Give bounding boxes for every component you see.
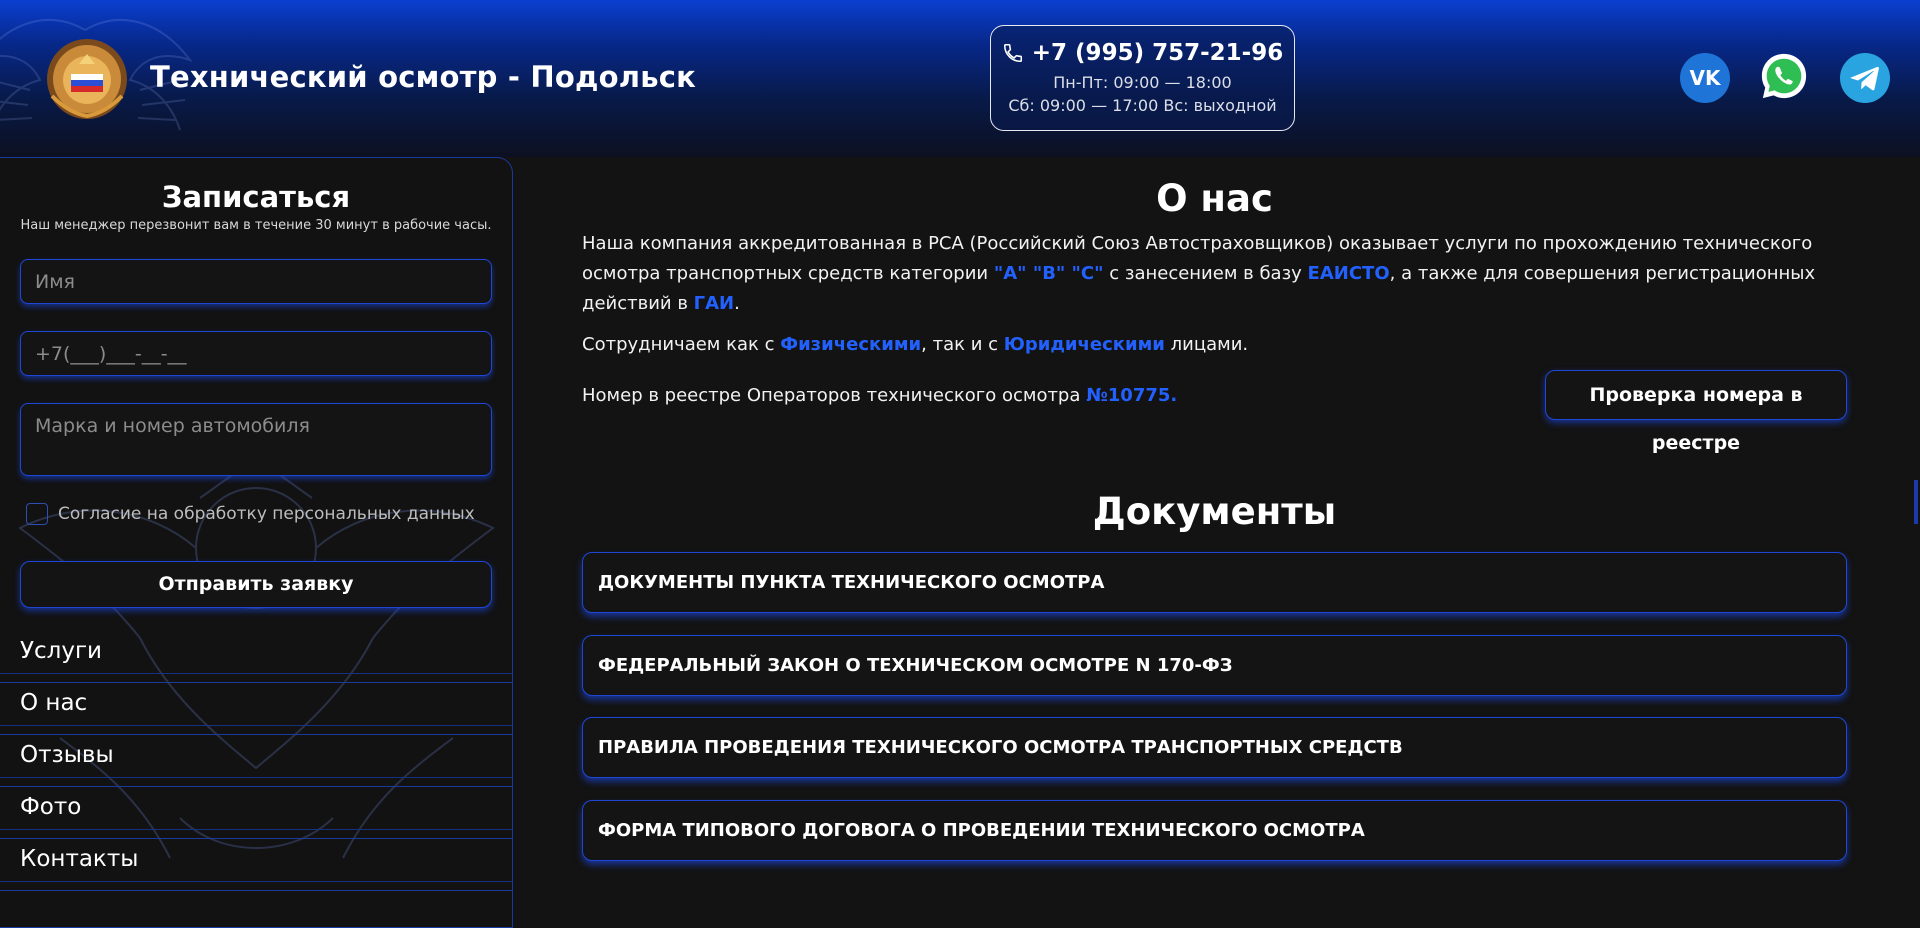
- contact-box: +7 (995) 757-21-96 Пн-Пт: 09:00 — 18:00 …: [990, 25, 1295, 131]
- about-text-part: с занесением в базу: [1103, 263, 1308, 284]
- nav-item-reviews[interactable]: Отзывы: [0, 735, 512, 787]
- documents-title: Документы: [1092, 490, 1337, 533]
- vk-icon: VK: [1680, 53, 1730, 103]
- nav-item-services[interactable]: Услуги: [0, 631, 512, 683]
- individuals-highlight: Физическими: [780, 334, 922, 355]
- about-text-part: .: [734, 293, 740, 314]
- car-input[interactable]: Марка и номер автомобиля: [20, 403, 492, 476]
- cooperation-paragraph: Сотрудничаем как с Физическими, так и с …: [582, 330, 1847, 360]
- registry-number: №10775.: [1086, 385, 1178, 406]
- hours-weekend: Сб: 09:00 — 17:00 Вс: выходной: [1008, 96, 1277, 115]
- phone-input[interactable]: +7(___)___-__-__: [20, 331, 492, 376]
- document-item[interactable]: ДОКУМЕНТЫ ПУНКТА ТЕХНИЧЕСКОГО ОСМОТРА: [582, 552, 1847, 613]
- hours-weekdays: Пн-Пт: 09:00 — 18:00: [1053, 73, 1232, 92]
- document-item[interactable]: ПРАВИЛА ПРОВЕДЕНИЯ ТЕХНИЧЕСКОГО ОСМОТРА …: [582, 717, 1847, 778]
- cooperation-text-part: лицами.: [1164, 334, 1249, 355]
- site-title[interactable]: Технический осмотр - Подольск: [150, 60, 696, 94]
- working-hours: Пн-Пт: 09:00 — 18:00 Сб: 09:00 — 17:00 В…: [991, 71, 1294, 117]
- gai-highlight: ГАИ: [693, 293, 735, 314]
- phone-number[interactable]: +7 (995) 757-21-96: [1032, 40, 1283, 66]
- about-paragraph: Наша компания аккредитованная в РСА (Рос…: [582, 229, 1847, 319]
- side-navigation: Услуги О нас Отзывы Фото Контакты: [0, 631, 512, 891]
- cooperation-text-part: Сотрудничаем как с: [582, 334, 781, 355]
- name-input[interactable]: Имя: [20, 259, 492, 304]
- verify-registry-button[interactable]: Проверка номера в реестре: [1545, 370, 1847, 454]
- nav-item-contacts[interactable]: Контакты: [0, 839, 512, 891]
- site-header: Технический осмотр - Подольск +7 (995) 7…: [0, 0, 1920, 157]
- telegram-link[interactable]: [1840, 53, 1890, 103]
- consent-checkbox[interactable]: [26, 503, 48, 525]
- nav-item-photo[interactable]: Фото: [0, 787, 512, 839]
- traffic-police-logo-icon[interactable]: [44, 36, 130, 122]
- scrollbar-thumb[interactable]: [1914, 480, 1918, 524]
- nav-item-about[interactable]: О нас: [0, 683, 512, 735]
- whatsapp-icon: [1761, 53, 1807, 99]
- consent-label: Согласие на обработку персональных данны…: [58, 504, 475, 524]
- registry-text: Номер в реестре Операторов технического …: [582, 385, 1087, 406]
- submit-button[interactable]: Отправить заявку: [20, 561, 492, 608]
- cooperation-text-part: , так и с: [921, 334, 1004, 355]
- booking-form-subtitle: Наш менеджер перезвонит вам в течение 30…: [20, 218, 492, 233]
- booking-sidebar: Записаться Наш менеджер перезвонит вам в…: [0, 157, 513, 928]
- vehicle-categories: "А" "В" "С": [993, 263, 1104, 284]
- telegram-icon: [1840, 53, 1890, 103]
- about-title: О нас: [1156, 177, 1273, 220]
- phone-line[interactable]: +7 (995) 757-21-96: [991, 40, 1294, 66]
- whatsapp-link[interactable]: [1759, 51, 1811, 103]
- vk-link[interactable]: VK: [1680, 53, 1730, 103]
- eaisto-highlight: ЕАИСТО: [1307, 263, 1390, 284]
- booking-form-title: Записаться: [161, 180, 351, 214]
- phone-icon: [1003, 43, 1022, 63]
- document-item[interactable]: ФОРМА ТИПОВОГО ДОГОВОГА О ПРОВЕДЕНИИ ТЕХ…: [582, 800, 1847, 861]
- legal-entities-highlight: Юридическими: [1003, 334, 1165, 355]
- document-item[interactable]: ФЕДЕРАЛЬНЫЙ ЗАКОН О ТЕХНИЧЕСКОМ ОСМОТРЕ …: [582, 635, 1847, 696]
- svg-text:VK: VK: [1690, 66, 1722, 90]
- consent-row[interactable]: Согласие на обработку персональных данны…: [26, 503, 475, 525]
